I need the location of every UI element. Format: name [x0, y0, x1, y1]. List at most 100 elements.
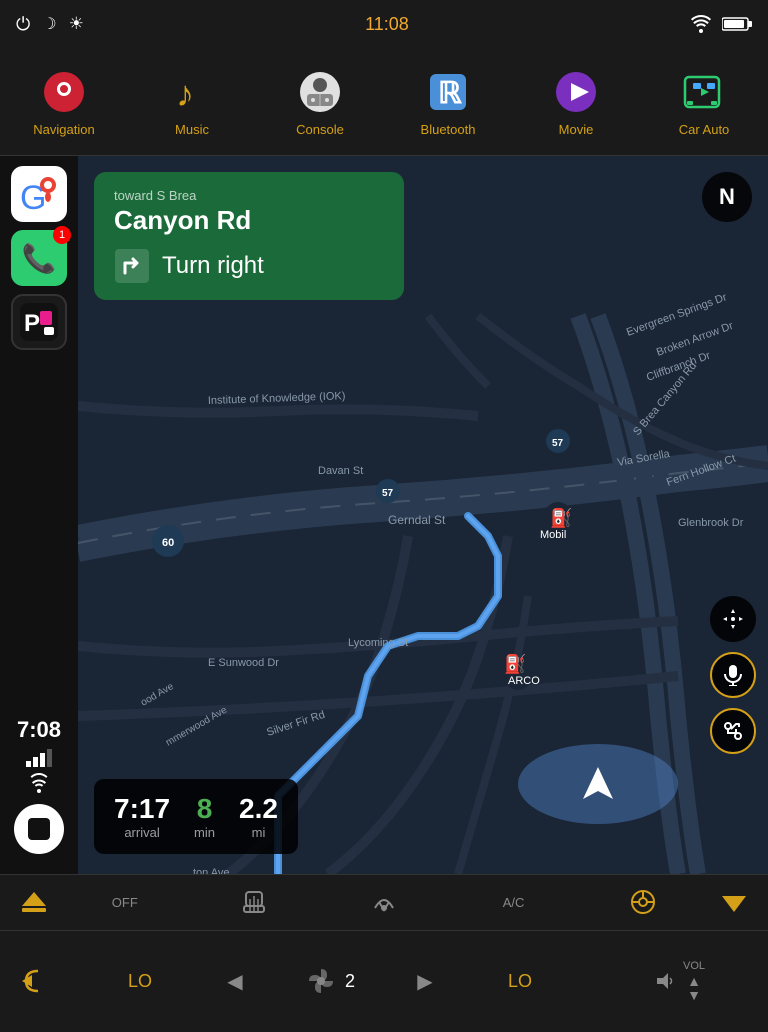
sidebar-app-phone[interactable]: 📞 1 [11, 230, 67, 286]
nav-arrow-container[interactable] [518, 744, 678, 824]
nav-item-navigation[interactable]: Navigation [0, 48, 128, 155]
turn-instruction-label: Turn right [162, 252, 264, 280]
nav-street-label: Canyon Rd [114, 205, 384, 236]
right-controls [710, 596, 756, 754]
main-content: G 📞 1 P 7:08 [0, 156, 768, 874]
nav-label-movie: Movie [559, 122, 594, 137]
bottom-bar: OFF A/C [0, 874, 768, 1032]
nav-card: toward S Brea Canyon Rd Turn right [94, 172, 404, 300]
sidebar-clock: 7:08 [17, 717, 61, 743]
moon-icon[interactable]: ☽ [42, 14, 56, 34]
brightness-icon[interactable]: ☀ [69, 14, 84, 34]
svg-text:Glenbrook Dr: Glenbrook Dr [678, 517, 744, 529]
nav-item-carauto[interactable]: Car Auto [640, 48, 768, 155]
nav-label-bluetooth: Bluetooth [421, 122, 476, 137]
svg-text:⛽: ⛽ [550, 507, 572, 528]
wifi-icon [690, 15, 712, 33]
voice-input-button[interactable] [710, 652, 756, 698]
music-icon: ♪ [166, 66, 218, 118]
svg-text:ℝ: ℝ [438, 77, 463, 110]
signal-bars [26, 749, 52, 767]
map-area[interactable]: 60 ⛽ Mobil ⛽ ARC [78, 156, 768, 874]
ac-label: A/C [503, 895, 525, 910]
svg-text:ARCO: ARCO [508, 675, 540, 687]
status-bar: ⏻ ☽ ☀ 11:08 [0, 0, 768, 48]
navigation-icon [38, 66, 90, 118]
sidebar: G 📞 1 P 7:08 [0, 156, 78, 874]
trip-minutes: 8 min [194, 793, 215, 840]
trip-minutes-label: min [194, 825, 215, 840]
bottom-down-arrow-button[interactable] [708, 888, 760, 916]
vol-up-button[interactable]: ▲ [687, 974, 701, 988]
trip-info: 7:17 arrival 8 min 2.2 mi [94, 779, 298, 854]
eject-button[interactable] [8, 876, 60, 928]
climate-off-button[interactable]: OFF [60, 875, 190, 930]
trip-distance: 2.2 mi [239, 793, 278, 840]
nav-label-carauto: Car Auto [679, 122, 730, 137]
right-temp-control[interactable]: LO [440, 931, 600, 1032]
trip-arrival-value: 7:17 [114, 793, 170, 825]
fan-control[interactable]: 2 [250, 931, 410, 1032]
nav-item-bluetooth[interactable]: ℝ Bluetooth [384, 48, 512, 155]
seat-heat-button[interactable] [190, 875, 320, 930]
status-time: 11:08 [365, 14, 409, 35]
route-options-button[interactable] [710, 708, 756, 754]
bottom-controls-main: LO ◀ 2 ▶ LO [0, 931, 768, 1032]
fan-icon [305, 965, 337, 997]
right-temp-value: LO [508, 971, 532, 992]
back-button[interactable] [8, 965, 60, 997]
svg-text:ton Ave: ton Ave [193, 867, 230, 874]
ac-button[interactable]: A/C [449, 875, 579, 930]
svg-text:Davan St: Davan St [318, 465, 363, 477]
climate-off-label: OFF [112, 895, 138, 910]
nav-item-music[interactable]: ♪ Music [128, 48, 256, 155]
sidebar-app-maps[interactable]: G [11, 166, 67, 222]
vol-arrows: ▲ ▼ [687, 974, 701, 1002]
svg-text:57: 57 [552, 438, 564, 449]
status-right-icons [690, 15, 752, 33]
compass[interactable]: N [702, 172, 752, 222]
fan-speed-up-button[interactable]: ▶ [410, 966, 440, 996]
nav-label-music: Music [175, 122, 209, 137]
svg-text:Mobil: Mobil [540, 529, 566, 541]
svg-text:Lycoming St: Lycoming St [348, 637, 408, 649]
nav-bar: Navigation ♪ Music Console [0, 48, 768, 156]
movie-icon [550, 66, 602, 118]
map-pan-button[interactable] [710, 596, 756, 642]
nav-instruction: Turn right [114, 248, 384, 284]
svg-text:57: 57 [382, 488, 394, 499]
battery-icon [722, 16, 752, 32]
nav-oval [518, 744, 678, 824]
left-temp-value: LO [128, 971, 152, 992]
left-temp-control[interactable]: LO [60, 931, 220, 1032]
vol-down-button[interactable]: ▼ [687, 988, 701, 1002]
trip-distance-label: mi [252, 825, 266, 840]
stop-navigation-button[interactable] [14, 804, 64, 854]
carauto-icon [678, 66, 730, 118]
vol-label-text: VOL [683, 960, 705, 972]
bottom-controls-top: OFF A/C [0, 875, 768, 931]
nav-label-console: Console [296, 122, 344, 137]
svg-text:Gerndal St: Gerndal St [388, 513, 446, 527]
fan-speed-value: 2 [345, 971, 355, 992]
bluetooth-icon: ℝ [422, 66, 474, 118]
trip-arrival-label: arrival [124, 825, 159, 840]
steering-heat-button[interactable] [578, 875, 708, 930]
sidebar-app-picsart[interactable]: P [11, 294, 67, 350]
trip-distance-value: 2.2 [239, 793, 278, 825]
svg-text:♪: ♪ [176, 73, 194, 114]
svg-text:E Sunwood Dr: E Sunwood Dr [208, 657, 279, 669]
nav-item-movie[interactable]: Movie [512, 48, 640, 155]
nav-label-navigation: Navigation [33, 122, 94, 137]
nav-item-console[interactable]: Console [256, 48, 384, 155]
volume-control[interactable]: VOL ▲ ▼ [600, 931, 760, 1032]
status-left-icons: ⏻ ☽ ☀ [16, 14, 84, 35]
fan-direction-button[interactable] [319, 875, 449, 930]
trip-minutes-value: 8 [197, 793, 213, 825]
power-icon[interactable]: ⏻ [16, 14, 30, 35]
speaker-icon [655, 971, 675, 991]
sidebar-wifi-icon [27, 773, 51, 798]
nav-toward-label: toward S Brea [114, 188, 384, 203]
fan-speed-down-button[interactable]: ◀ [220, 966, 250, 996]
turn-right-arrow-icon [114, 248, 150, 284]
